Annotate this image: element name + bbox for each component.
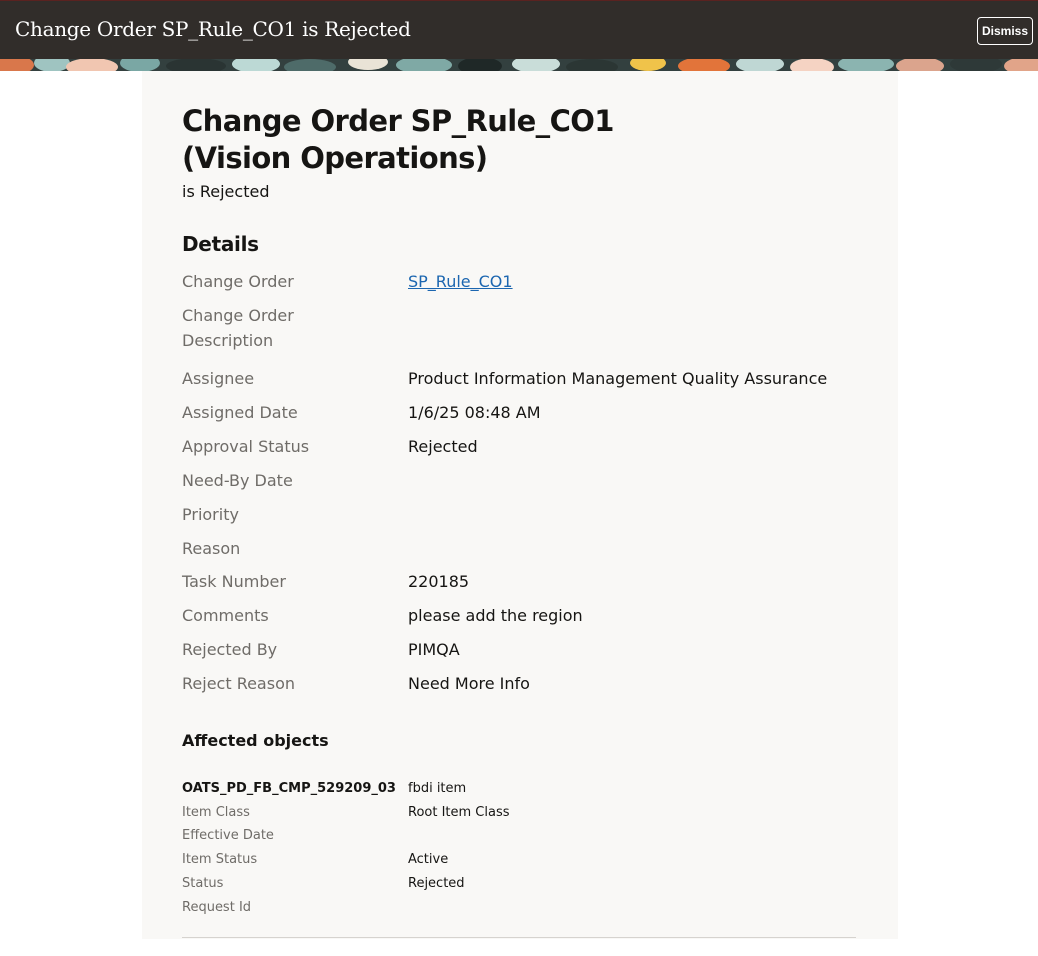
- notification-title: Change Order SP_Rule_CO1 is Rejected: [15, 17, 411, 41]
- page-title-line2: (Vision Operations): [182, 141, 488, 175]
- detail-value-approval-status: Rejected: [408, 437, 478, 456]
- detail-label-assigned-date: Assigned Date: [182, 403, 298, 422]
- detail-label-need-by-date: Need-By Date: [182, 471, 293, 490]
- section-divider: [182, 937, 856, 938]
- affected-objects-heading: Affected objects: [182, 731, 329, 750]
- notification-header: Change Order SP_Rule_CO1 is Rejected Dis…: [0, 0, 1038, 59]
- affected-label-effective-date: Effective Date: [182, 828, 274, 843]
- detail-label-comments: Comments: [182, 606, 269, 625]
- detail-value-assigned-date: 1/6/25 08:48 AM: [408, 403, 541, 422]
- detail-label-approval-status: Approval Status: [182, 437, 310, 456]
- change-order-link[interactable]: SP_Rule_CO1: [408, 272, 513, 291]
- detail-label-reason: Reason: [182, 539, 241, 558]
- affected-item-name: OATS_PD_FB_CMP_529209_03: [182, 781, 396, 796]
- detail-value-reject-reason: Need More Info: [408, 674, 530, 693]
- notification-card: Change Order SP_Rule_CO1 (Vision Operati…: [142, 71, 898, 939]
- status-subtitle: is Rejected: [182, 182, 270, 201]
- detail-label-task-number: Task Number: [182, 572, 286, 591]
- page-title: Change Order SP_Rule_CO1 (Vision Operati…: [182, 103, 742, 177]
- detail-value-change-order: SP_Rule_CO1: [408, 269, 513, 294]
- detail-label-assignee: Assignee: [182, 369, 255, 388]
- detail-value-rejected-by: PIMQA: [408, 640, 460, 659]
- affected-label-item-status: Item Status: [182, 852, 258, 867]
- affected-label-request-id: Request Id: [182, 900, 252, 915]
- detail-value-assignee: Product Information Management Quality A…: [408, 369, 828, 388]
- affected-value-status: Rejected: [408, 876, 465, 891]
- affected-value-item-class: Root Item Class: [408, 805, 510, 820]
- affected-value-item-status: Active: [408, 852, 449, 867]
- page-title-line1: Change Order SP_Rule_CO1: [182, 104, 614, 138]
- detail-label-reject-reason: Reject Reason: [182, 674, 295, 693]
- detail-value-task-number: 220185: [408, 572, 470, 591]
- detail-label-rejected-by: Rejected By: [182, 640, 278, 659]
- affected-item-description: fbdi item: [408, 781, 467, 796]
- detail-label-change-order: Change Order: [182, 272, 294, 291]
- detail-value-comments: please add the region: [408, 606, 583, 625]
- affected-label-status: Status: [182, 876, 224, 891]
- details-heading: Details: [182, 232, 259, 256]
- detail-label-priority: Priority: [182, 505, 239, 524]
- detail-label-change-order-description: Change Order Description: [182, 306, 294, 350]
- affected-label-item-class: Item Class: [182, 805, 250, 820]
- decorative-banner: [0, 59, 1038, 71]
- dismiss-button[interactable]: Dismiss: [977, 17, 1033, 45]
